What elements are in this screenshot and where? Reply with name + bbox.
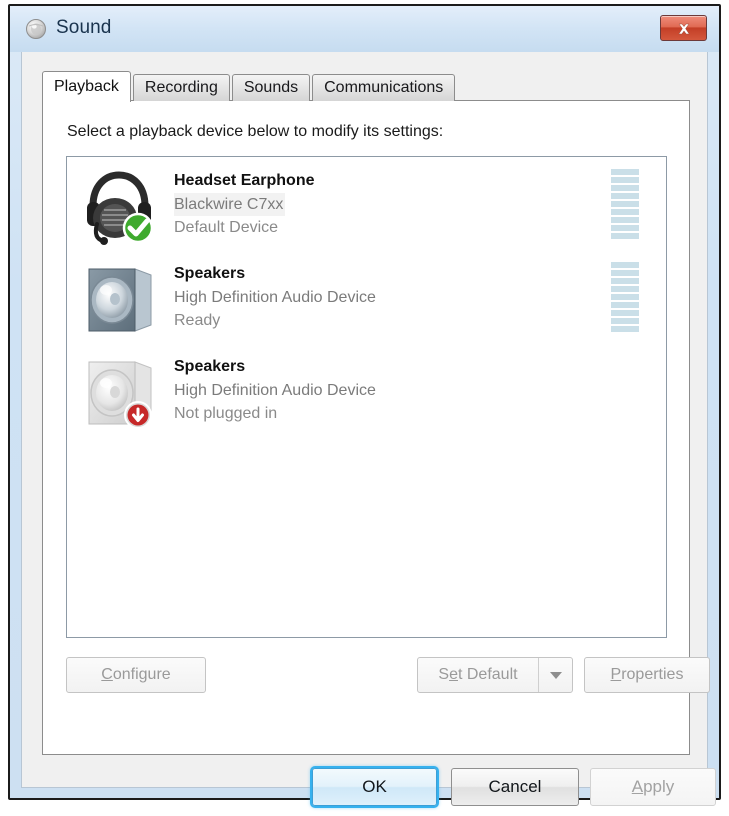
device-status: Ready	[174, 312, 221, 329]
playback-device-list[interactable]: Headset Earphone Blackwire C7xx Default …	[66, 156, 667, 638]
tab-communications[interactable]: Communications	[312, 74, 456, 101]
volume-meter	[611, 169, 639, 239]
ok-button[interactable]: OK	[312, 768, 437, 806]
properties-accel: P	[610, 666, 622, 683]
configure-button[interactable]: Configure	[66, 657, 206, 693]
device-description: Blackwire C7xx	[174, 193, 286, 216]
tab-playback-label: Playback	[54, 78, 119, 95]
green-check-badge	[122, 212, 154, 244]
set-default-accel: e	[449, 666, 458, 683]
set-default-label: t Default	[457, 666, 518, 683]
headset-icon	[79, 162, 161, 246]
list-item[interactable]: Speakers High Definition Audio Device Re…	[67, 250, 666, 343]
set-default-prefix: S	[438, 666, 450, 683]
playback-tab-panel: Select a playback device below to modify…	[42, 100, 710, 755]
configure-label: onfigure	[112, 666, 171, 683]
apply-accel: A	[631, 777, 644, 796]
window-title: Sound	[56, 17, 112, 38]
dialog-client-area: Playback Recording Sounds Communications…	[21, 52, 716, 806]
tab-recording-label: Recording	[144, 79, 218, 96]
close-icon[interactable]	[660, 15, 707, 41]
device-status: Default Device	[174, 219, 279, 236]
device-text-block: Headset Earphone Blackwire C7xx Default …	[174, 169, 504, 239]
set-default-split-button[interactable]: Set Default	[417, 657, 573, 693]
tab-playback[interactable]: Playback	[42, 71, 131, 102]
tab-sounds[interactable]: Sounds	[231, 74, 311, 101]
device-name: Speakers	[174, 265, 246, 282]
device-name: Speakers	[174, 358, 246, 375]
dialog-footer: OK Cancel Apply	[22, 760, 716, 816]
chevron-down-icon[interactable]	[538, 658, 572, 692]
list-item[interactable]: Speakers High Definition Audio Device No…	[67, 343, 666, 436]
sound-dialog-window: Sound Playback Recording Sounds Communic…	[8, 4, 721, 806]
device-description: High Definition Audio Device	[174, 289, 376, 306]
speaker-icon	[79, 348, 161, 432]
device-description: High Definition Audio Device	[174, 382, 376, 399]
title-bar: Sound	[10, 6, 719, 52]
instruction-text: Select a playback device below to modify…	[67, 123, 444, 140]
properties-label: roperties	[621, 666, 684, 683]
device-name: Headset Earphone	[174, 172, 315, 189]
red-down-arrow-badge	[124, 401, 152, 429]
list-item[interactable]: Headset Earphone Blackwire C7xx Default …	[67, 157, 666, 250]
properties-button[interactable]: Properties	[584, 657, 710, 693]
volume-meter	[611, 262, 639, 332]
device-text-block: Speakers High Definition Audio Device Re…	[174, 262, 504, 332]
tab-communications-label: Communications	[324, 79, 444, 96]
tab-strip: Playback Recording Sounds Communications	[42, 71, 457, 102]
apply-label: pply	[643, 777, 675, 796]
sound-speaker-icon	[24, 17, 48, 41]
ok-label: OK	[362, 777, 387, 796]
set-default-button[interactable]: Set Default	[418, 658, 538, 692]
tab-recording[interactable]: Recording	[132, 74, 230, 101]
tab-sounds-label: Sounds	[243, 79, 299, 96]
device-text-block: Speakers High Definition Audio Device No…	[174, 355, 504, 425]
apply-button[interactable]: Apply	[590, 768, 716, 806]
cancel-label: Cancel	[488, 777, 542, 796]
device-status: Not plugged in	[174, 405, 278, 422]
configure-accel: C	[101, 666, 113, 683]
cancel-button[interactable]: Cancel	[451, 768, 579, 806]
speaker-icon	[79, 255, 161, 339]
